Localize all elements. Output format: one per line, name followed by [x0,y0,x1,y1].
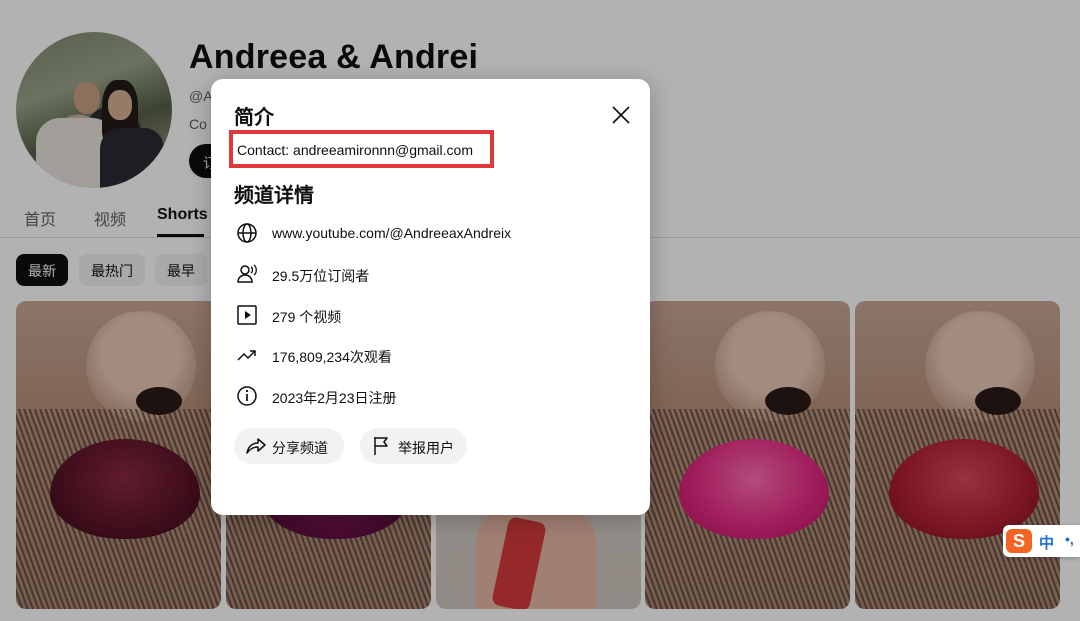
info-icon [237,386,257,406]
share-channel-label: 分享频道 [272,440,328,456]
dialog-title: 简介 [234,107,274,129]
subscribers-icon [237,264,257,283]
share-icon [246,438,266,454]
detail-row-subscribers: 29.5万位订阅者 [235,262,615,286]
detail-row-joined: 2023年2月23日注册 [235,384,615,408]
view-count: 176,809,234次观看 [272,349,392,365]
trending-icon [237,350,256,361]
flag-icon [374,437,388,455]
detail-row-url[interactable]: www.youtube.com/@AndreeaxAndreix [235,221,615,245]
detail-row-views: 176,809,234次观看 [235,343,615,367]
channel-url[interactable]: www.youtube.com/@AndreeaxAndreix [272,225,511,241]
report-user-button[interactable]: 举报用户 [360,428,467,464]
subscriber-count: 29.5万位订阅者 [272,268,370,284]
video-count: 279 个视频 [272,309,342,325]
video-icon [237,305,257,325]
close-icon [612,106,630,124]
ime-logo-icon: S [1006,529,1032,553]
report-user-label: 举报用户 [398,440,454,456]
share-channel-button[interactable]: 分享频道 [234,428,344,464]
channel-details-title: 频道详情 [234,185,314,207]
close-button[interactable] [609,103,633,127]
detail-row-videos: 279 个视频 [235,303,615,327]
contact-email-text[interactable]: Contact: andreeamironnn@gmail.com [237,142,473,158]
contact-highlight-box: Contact: andreeamironnn@gmail.com [229,130,494,168]
about-dialog: 简介 Contact: andreeamironnn@gmail.com 频道详… [211,79,650,515]
ime-toolbar[interactable]: S 中 •, [1003,525,1080,557]
ime-punctuation-toggle[interactable]: •, [1065,531,1074,547]
ime-mode-toggle[interactable]: 中 [1039,532,1054,553]
globe-icon [237,223,257,243]
join-date: 2023年2月23日注册 [272,390,397,406]
